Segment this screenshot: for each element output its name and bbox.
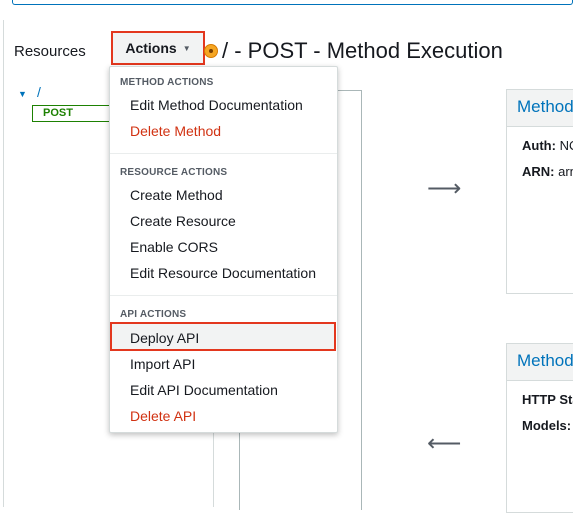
http-status-label: HTTP Status: — [522, 392, 573, 407]
left-panel-border — [3, 20, 4, 507]
menu-separator — [110, 295, 337, 296]
arrow-right-icon: ⟶ — [427, 175, 462, 202]
menu-item-edit-method-documentation[interactable]: Edit Method Documentation — [130, 97, 303, 113]
section-header-api-actions: API ACTIONS — [120, 309, 187, 320]
method-request-title[interactable]: Method Request — [507, 90, 573, 127]
menu-item-create-method[interactable]: Create Method — [130, 187, 223, 203]
menu-item-edit-api-documentation[interactable]: Edit API Documentation — [130, 382, 278, 398]
menu-item-create-resource[interactable]: Create Resource — [130, 213, 236, 229]
resources-label: Resources — [14, 43, 86, 60]
models-label: Models: — [522, 418, 572, 433]
arn-value: arn — [558, 164, 573, 179]
method-response-title[interactable]: Method Response — [507, 344, 573, 381]
menu-separator — [110, 153, 337, 154]
menu-item-deploy-api[interactable]: Deploy API — [130, 330, 199, 346]
menu-item-edit-resource-documentation[interactable]: Edit Resource Documentation — [130, 265, 316, 281]
top-panel-edge — [12, 0, 573, 5]
arn-row: ARN: arn — [507, 159, 573, 185]
section-header-method-actions: METHOD ACTIONS — [120, 77, 214, 88]
auth-label: Auth: — [522, 138, 556, 153]
menu-item-delete-method[interactable]: Delete Method — [130, 123, 221, 139]
actions-button-label: Actions — [125, 40, 177, 56]
actions-dropdown-menu: METHOD ACTIONS Edit Method Documentation… — [109, 66, 338, 433]
menu-item-import-api[interactable]: Import API — [130, 356, 195, 372]
http-status-row: HTTP Status: — [507, 387, 573, 413]
tree-node-root[interactable]: / — [37, 84, 41, 100]
arn-label: ARN: — [522, 164, 555, 179]
auth-row: Auth: NONE — [507, 133, 573, 159]
menu-item-enable-cors[interactable]: Enable CORS — [130, 239, 218, 255]
models-row: Models: — [507, 413, 573, 439]
method-response-card[interactable]: Method Response HTTP Status: Models: — [506, 343, 573, 513]
tree-expand-icon[interactable]: ▼ — [18, 89, 27, 99]
status-dot-icon — [204, 44, 218, 58]
caret-down-icon: ▼ — [182, 43, 191, 53]
auth-value: NONE — [559, 138, 573, 153]
page-title: / - POST - Method Execution — [222, 38, 503, 63]
section-header-resource-actions: RESOURCE ACTIONS — [120, 167, 228, 178]
actions-button[interactable]: Actions ▼ — [111, 31, 205, 65]
menu-item-delete-api[interactable]: Delete API — [130, 408, 196, 424]
method-request-card[interactable]: Method Request Auth: NONE ARN: arn — [506, 89, 573, 294]
arrow-left-icon: ⟵ — [427, 430, 462, 457]
